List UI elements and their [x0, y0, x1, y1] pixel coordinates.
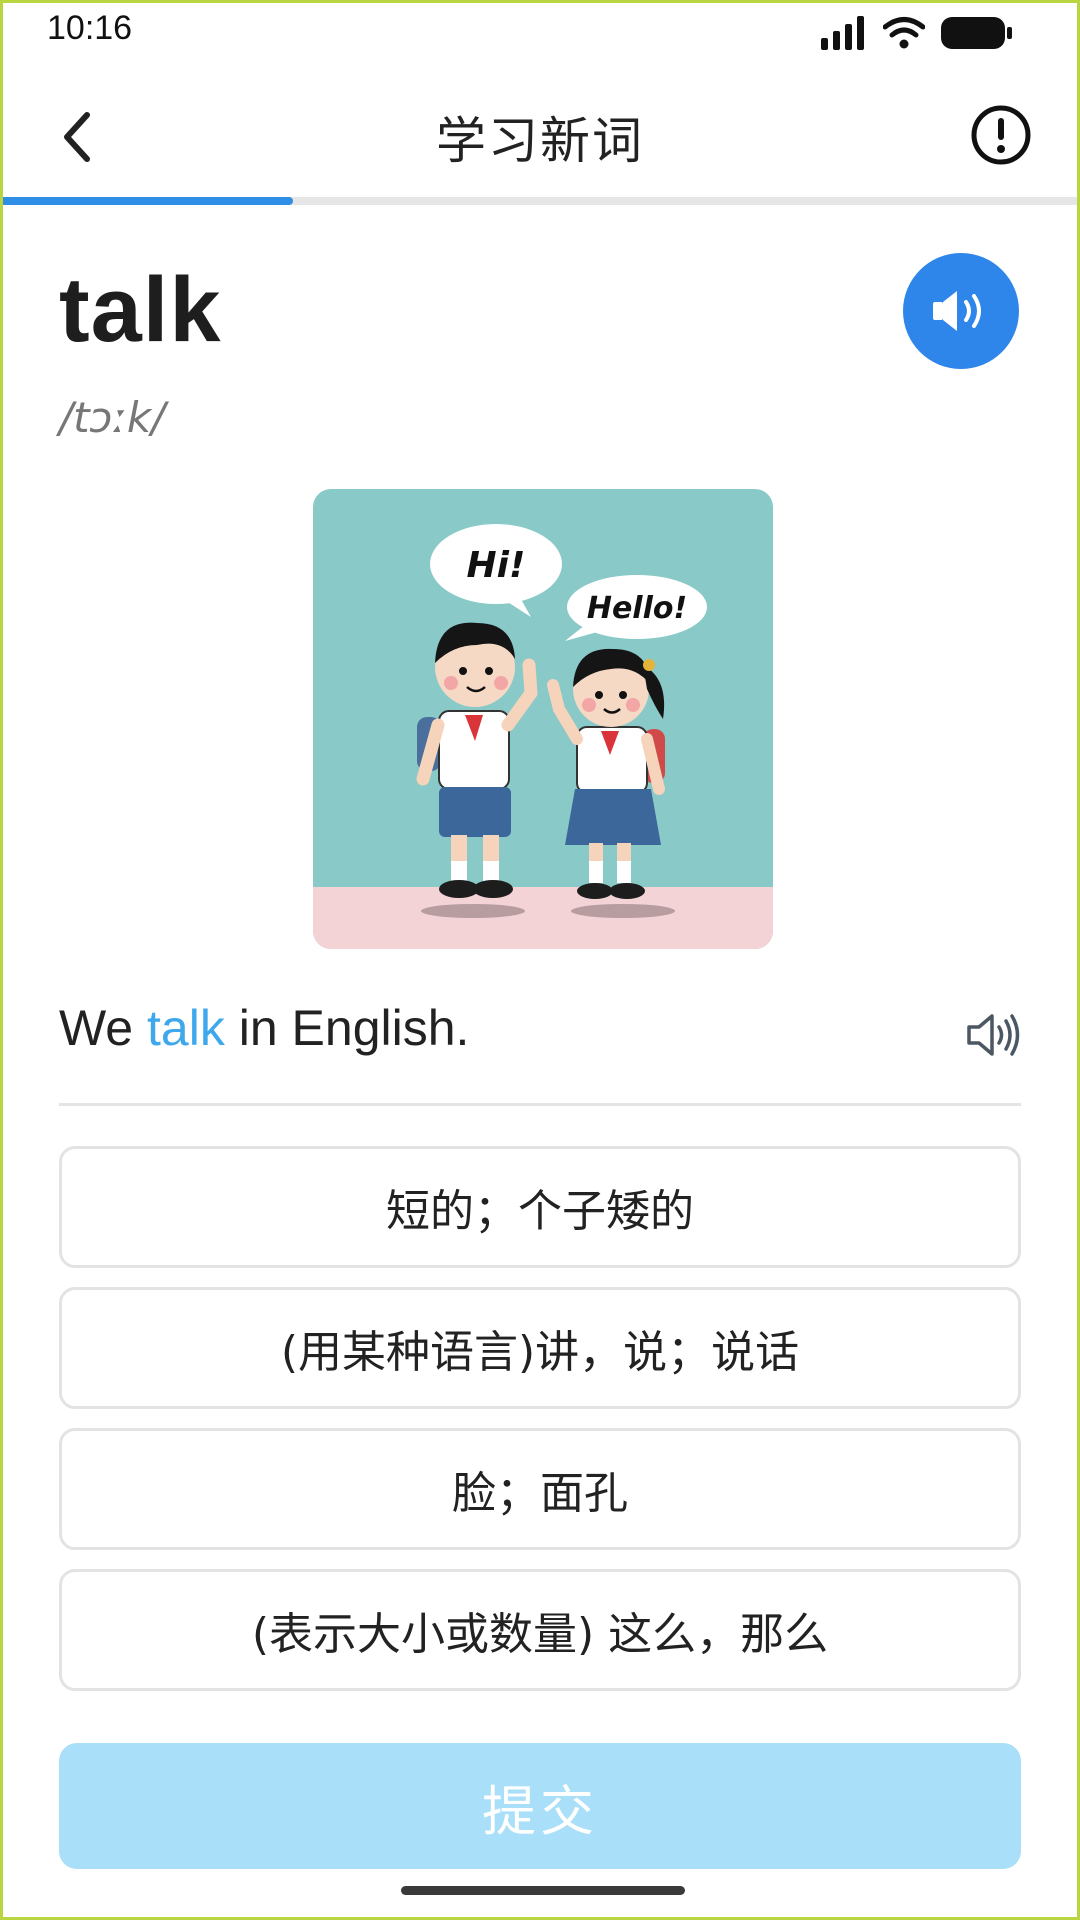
word-illustration: Hi! Hello! — [313, 489, 773, 949]
header: 学习新词 — [3, 73, 1077, 193]
report-button[interactable] — [969, 103, 1033, 167]
answer-option[interactable]: 脸；面孔 — [59, 1428, 1021, 1550]
status-icons — [821, 15, 1013, 51]
answer-option[interactable]: 短的；个子矮的 — [59, 1146, 1021, 1268]
divider — [59, 1103, 1021, 1106]
word-title: talk — [59, 259, 222, 361]
bubble-hello-text: Hello! — [587, 591, 687, 626]
example-highlight-word: talk — [147, 1000, 225, 1056]
speaker-outline-icon — [967, 1014, 1020, 1056]
phonetic-text: /tɔːk/ — [59, 393, 166, 442]
progress-fill — [3, 197, 293, 205]
page-title: 学习新词 — [436, 112, 644, 170]
speaker-icon — [933, 291, 981, 331]
answer-option[interactable]: (用某种语言)讲，说；说话 — [59, 1287, 1021, 1409]
battery-icon — [941, 17, 1012, 49]
status-bar: 10:16 — [3, 3, 1077, 63]
example-before: We — [59, 1000, 134, 1056]
example-sentence: We talk in English. — [59, 999, 469, 1057]
answer-option[interactable]: (表示大小或数量) 这么，那么 — [59, 1569, 1021, 1691]
play-word-audio-button[interactable] — [903, 253, 1019, 369]
signal-icon — [821, 16, 864, 50]
example-after: in English. — [238, 1000, 470, 1056]
submit-button[interactable]: 提交 — [59, 1743, 1021, 1869]
home-indicator — [401, 1886, 685, 1895]
progress-bar — [3, 197, 1077, 205]
play-sentence-audio-button[interactable] — [965, 1009, 1021, 1061]
answer-options: 短的；个子矮的 (用某种语言)讲，说；说话 脸；面孔 (表示大小或数量) 这么，… — [59, 1146, 1021, 1710]
status-time: 10:16 — [47, 9, 133, 47]
bubble-hi-text: Hi! — [467, 545, 526, 586]
exclamation-circle-icon — [971, 105, 1031, 165]
wifi-icon — [883, 17, 925, 49]
